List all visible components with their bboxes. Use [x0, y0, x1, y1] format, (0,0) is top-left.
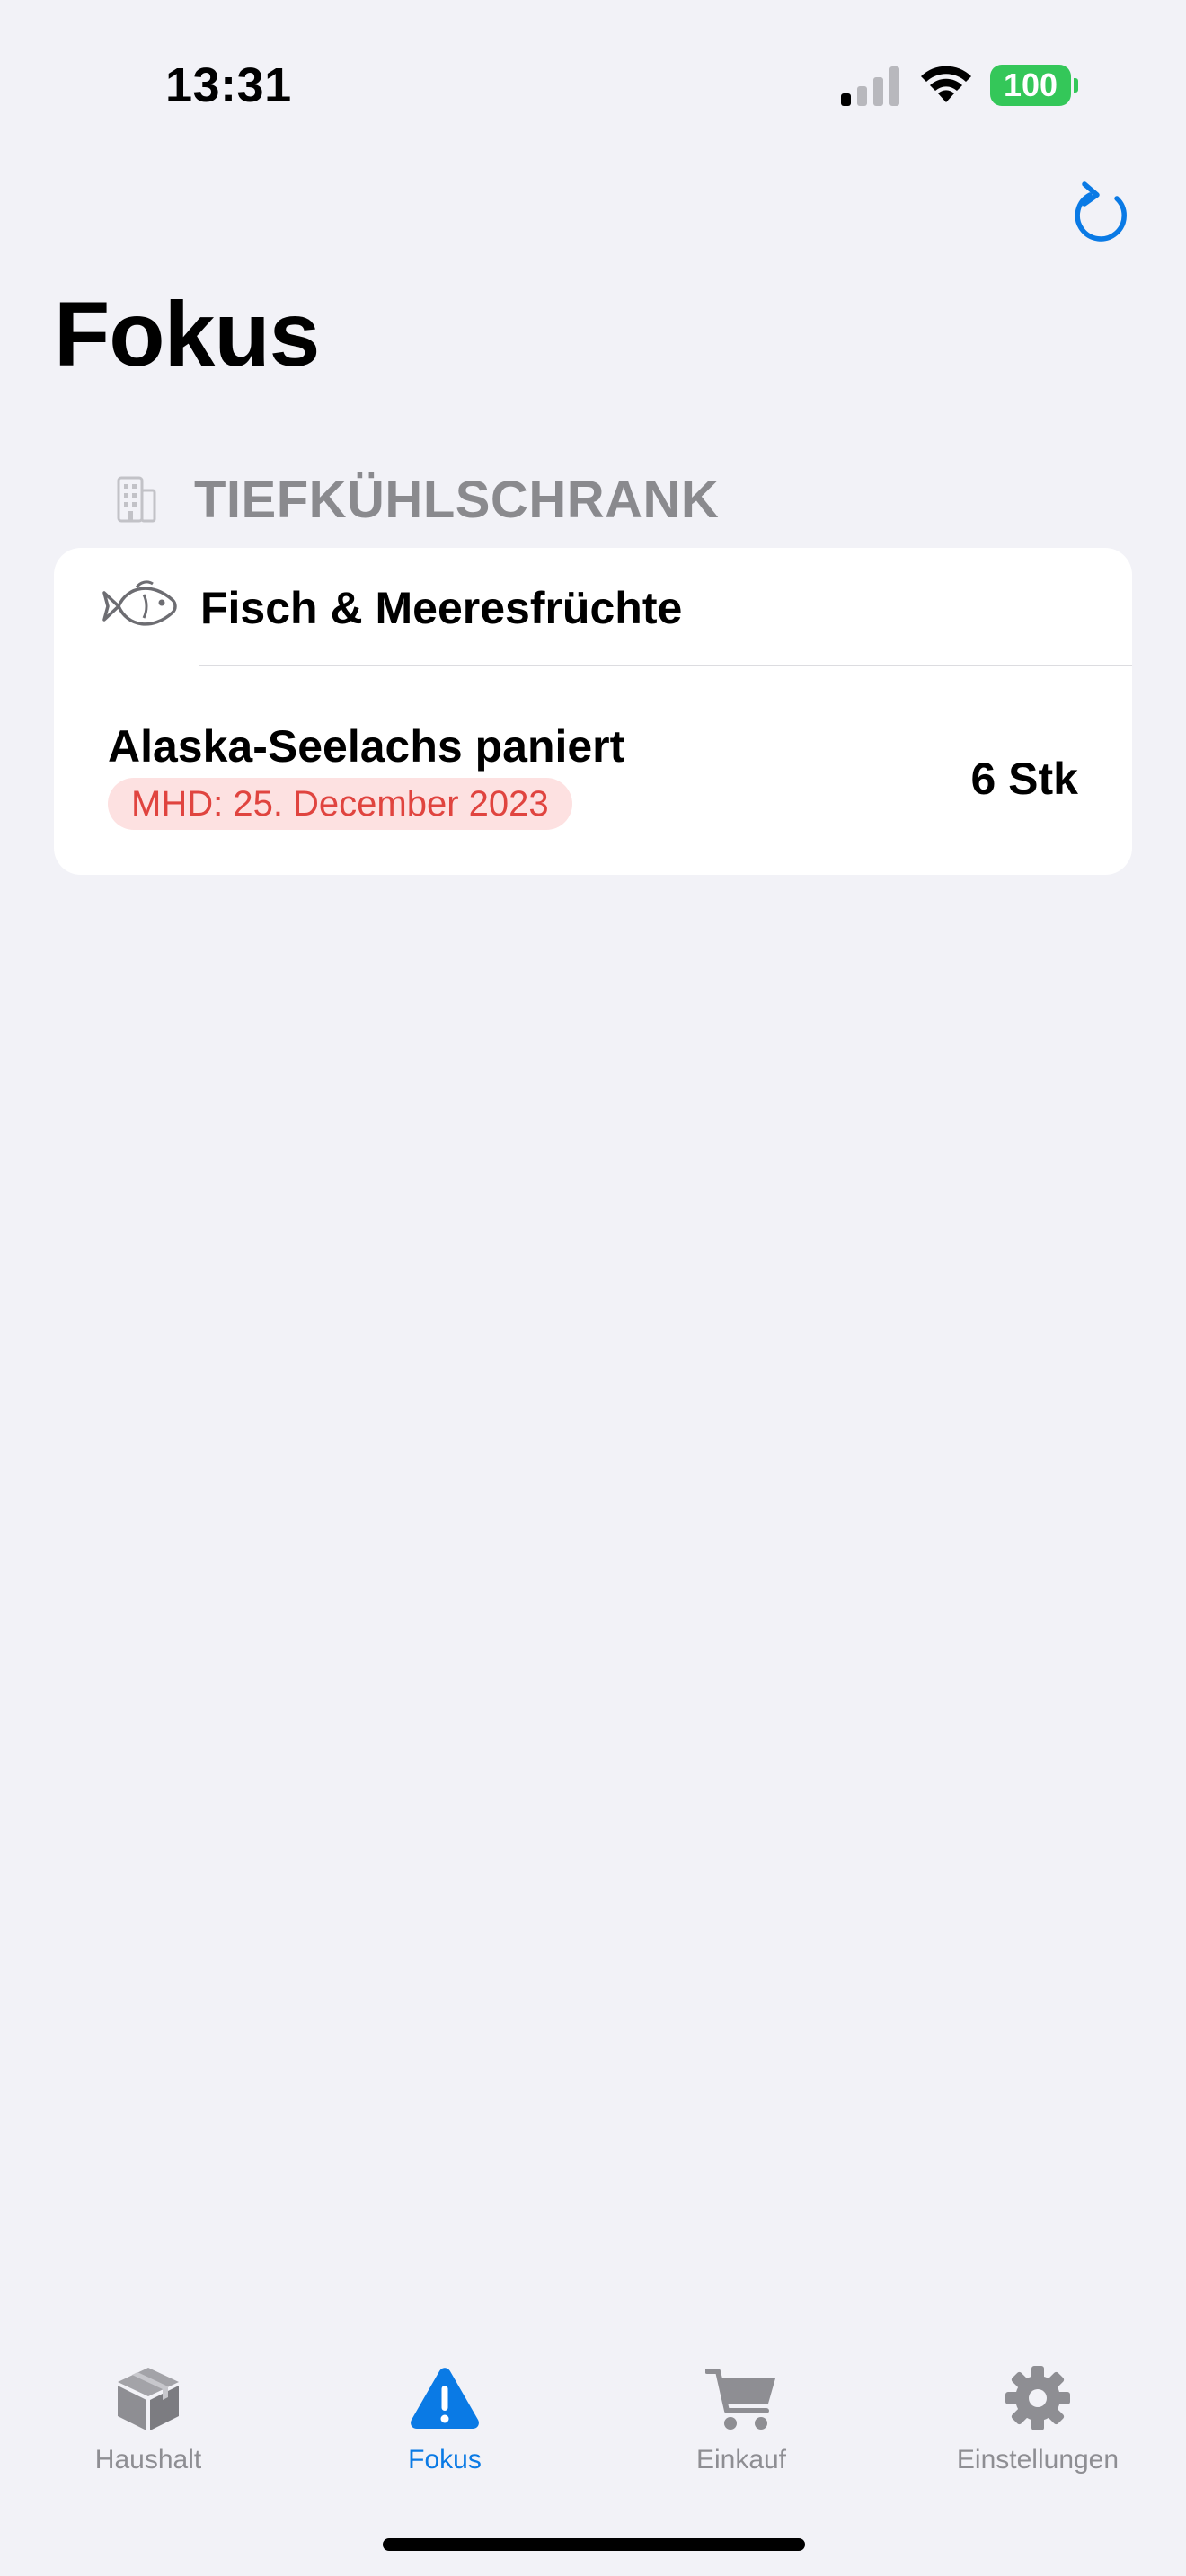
- battery-icon: 100: [990, 65, 1078, 106]
- tab-label-einkauf: Einkauf: [695, 2445, 787, 2475]
- refresh-icon: [1075, 181, 1127, 242]
- battery-level: 100: [990, 65, 1071, 106]
- item-name: Alaska-Seelachs paniert: [108, 721, 625, 772]
- gear-icon: [1005, 2366, 1070, 2430]
- item-quantity: 6 Stk: [970, 754, 1078, 804]
- tab-label-einstellungen: Einstellungen: [956, 2445, 1120, 2475]
- wifi-icon: [921, 66, 971, 102]
- box-icon: [118, 2368, 179, 2430]
- section-title: TIEFKÜHLSCHRANK: [194, 470, 720, 529]
- list-item[interactable]: Alaska-Seelachs paniert MHD: 25. Decembe…: [54, 666, 1132, 875]
- tab-haushalt[interactable]: Haushalt: [0, 2362, 296, 2506]
- category-card: Fisch & Meeresfrüchte Alaska-Seelachs pa…: [54, 548, 1132, 875]
- warning-icon: [411, 2368, 479, 2429]
- building-icon: [117, 476, 156, 523]
- refresh-button[interactable]: [1066, 176, 1134, 244]
- category-row[interactable]: Fisch & Meeresfrüchte: [54, 548, 1132, 665]
- cart-icon: [705, 2369, 775, 2430]
- tab-label-fokus: Fokus: [408, 2445, 482, 2475]
- status-time: 13:31: [165, 58, 292, 112]
- signal-icon: [841, 66, 899, 106]
- tab-label-haushalt: Haushalt: [94, 2445, 202, 2475]
- category-label: Fisch & Meeresfrüchte: [200, 583, 683, 633]
- expiry-badge: MHD: 25. December 2023: [108, 778, 572, 830]
- status-bar: 13:31 100: [0, 0, 1186, 171]
- home-indicator[interactable]: [383, 2538, 805, 2551]
- tab-fokus[interactable]: Fokus: [296, 2362, 593, 2506]
- fish-icon: [102, 580, 177, 626]
- page-title: Fokus: [54, 283, 320, 385]
- tab-einkauf[interactable]: Einkauf: [593, 2362, 890, 2506]
- tab-einstellungen[interactable]: Einstellungen: [890, 2362, 1186, 2506]
- section-header: TIEFKÜHLSCHRANK: [115, 463, 719, 535]
